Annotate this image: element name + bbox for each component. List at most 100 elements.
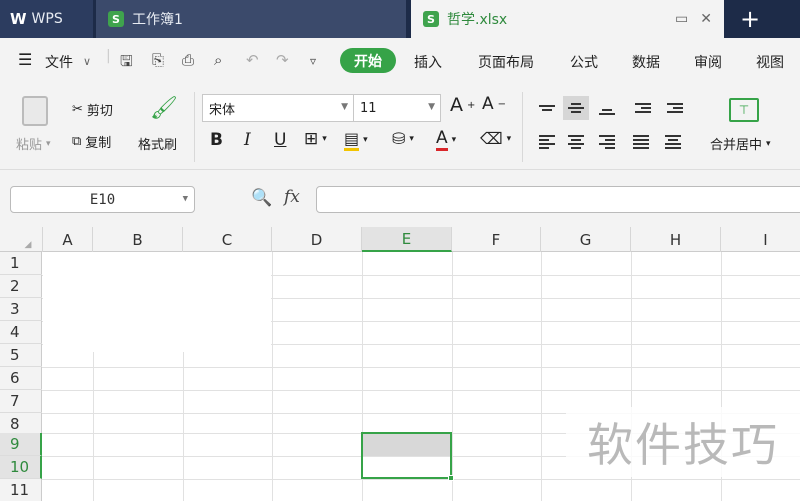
paste-button[interactable]: 粘贴 ▾ [16, 134, 51, 153]
grow-font-icon: A [450, 94, 463, 116]
grow-font-button[interactable]: A + [450, 94, 475, 116]
cut-button[interactable]: ✂ 剪切 [72, 100, 113, 119]
copy-icon: ⧉ [72, 134, 82, 149]
tab-formulas[interactable]: 公式 [570, 52, 598, 72]
gridline [42, 367, 800, 368]
tab-label: 哲学.xlsx [447, 12, 508, 28]
tab-philosophy-xlsx[interactable]: S 哲学.xlsx ▭ ✕ [411, 0, 724, 38]
tab-label: 工作簿1 [132, 12, 183, 28]
new-tab-button[interactable]: + [730, 0, 770, 38]
tab-wps-home[interactable]: W WPS [0, 0, 93, 38]
merge-center-button[interactable]: 合并居中 ▾ [710, 134, 771, 153]
blank-region [43, 252, 271, 352]
align-middle-icon[interactable] [563, 96, 589, 120]
column-header[interactable]: A [43, 227, 93, 252]
row-header-bar: 1 2 3 4 5 6 7 8 9 10 11 [0, 252, 42, 501]
insert-function-button[interactable]: fx [284, 187, 300, 207]
highlight-button[interactable]: ⛁ ▾ [392, 129, 414, 148]
italic-button[interactable]: I [244, 130, 251, 150]
print-icon[interactable]: ⎙ [182, 51, 194, 69]
increase-indent-icon[interactable] [662, 96, 688, 120]
row-header[interactable]: 9 [0, 433, 42, 456]
column-header[interactable]: H [631, 227, 721, 252]
column-header[interactable]: F [452, 227, 541, 252]
tab-view[interactable]: 视图 [756, 52, 784, 72]
tab-label: WPS [31, 11, 63, 27]
tab-data[interactable]: 数据 [632, 52, 660, 72]
row-header[interactable]: 7 [0, 390, 42, 413]
selection-range[interactable] [361, 432, 452, 479]
column-header[interactable]: I [721, 227, 800, 252]
column-header[interactable]: E [362, 227, 452, 252]
paste-label: 粘贴 [16, 138, 43, 153]
format-painter-icon[interactable]: ⎘ [152, 51, 164, 69]
name-box-value: E10 [89, 191, 116, 208]
tab-review[interactable]: 审阅 [694, 52, 722, 72]
tab-workbook1[interactable]: S 工作簿1 [96, 0, 406, 38]
font-name-value: 宋体 [209, 102, 236, 118]
align-top-icon[interactable] [534, 96, 560, 120]
chevron-down-icon[interactable]: ∨ [83, 55, 91, 68]
bold-button[interactable]: B [210, 130, 223, 150]
gridline [42, 479, 800, 480]
save-icon[interactable]: 🖫 [120, 51, 133, 76]
select-all-corner[interactable]: ◢ [0, 227, 43, 252]
font-color-button[interactable]: A ▾ [436, 128, 456, 151]
align-right-icon[interactable] [594, 130, 620, 154]
row-header[interactable]: 5 [0, 344, 42, 367]
borders-button[interactable]: ⊞ ▾ [304, 129, 327, 149]
align-center-icon[interactable] [563, 130, 589, 154]
font-name-select[interactable]: 宋体 ▼ [202, 94, 354, 122]
row-header[interactable]: 6 [0, 367, 42, 390]
undo-icon[interactable]: ↶ [246, 51, 259, 69]
font-size-select[interactable]: 11 ▼ [353, 94, 441, 122]
tab-insert[interactable]: 插入 [414, 52, 442, 72]
row-header[interactable]: 10 [0, 456, 42, 479]
align-left-icon[interactable] [534, 130, 560, 154]
underline-button[interactable]: U [274, 130, 286, 150]
borders-icon: ⊞ [304, 129, 319, 149]
tab-page-layout[interactable]: 页面布局 [478, 52, 534, 72]
format-painter-button[interactable]: 格式刷 [138, 134, 177, 153]
distributed-icon[interactable] [660, 130, 686, 154]
decrease-indent-icon[interactable] [630, 96, 656, 120]
window-mode-icon[interactable]: ▭ [675, 11, 688, 27]
paste-icon[interactable] [22, 96, 48, 126]
name-box[interactable]: E10 ▼ [10, 186, 195, 213]
column-header[interactable]: C [183, 227, 272, 252]
tab-home[interactable]: 开始 [340, 48, 396, 73]
redo-icon[interactable]: ↷ [276, 51, 289, 69]
fill-color-button[interactable]: ▤ ▾ [344, 129, 368, 151]
file-menu[interactable]: 文件 [45, 52, 73, 72]
align-bottom-icon[interactable] [594, 96, 620, 120]
row-header[interactable]: 2 [0, 275, 42, 298]
format-painter-icon[interactable]: 🖌 [150, 96, 178, 121]
formula-bar: E10 ▼ 🔍 fx [0, 170, 800, 227]
menu-bar: ☰ 文件 ∨ | 🖫 ⎘ ⎙ ⌕ ↶ ↷ ▿ 开始 插入 页面布局 公式 数据 … [0, 38, 800, 84]
format-painter-label: 格式刷 [138, 138, 178, 153]
copy-button[interactable]: ⧉ 复制 [72, 132, 111, 151]
customize-toolbar-icon[interactable]: ▿ [310, 54, 316, 68]
zoom-lookup-icon[interactable]: 🔍 [251, 188, 272, 208]
column-header[interactable]: B [93, 227, 183, 252]
gridline [42, 390, 800, 391]
print-preview-icon[interactable]: ⌕ [214, 51, 222, 69]
clear-button[interactable]: ⌫ ▾ [480, 129, 511, 148]
wps-logo-icon: W [10, 10, 27, 28]
column-header[interactable]: G [541, 227, 631, 252]
cut-label: 剪切 [86, 104, 113, 119]
justify-icon[interactable] [628, 130, 654, 154]
row-header[interactable]: 3 [0, 298, 42, 321]
column-header[interactable]: D [272, 227, 362, 252]
shrink-font-button[interactable]: A − [482, 94, 506, 114]
scissors-icon: ✂ [72, 102, 83, 117]
hamburger-menu-icon[interactable]: ☰ [18, 50, 32, 69]
fill-handle[interactable] [448, 475, 454, 481]
row-header[interactable]: 11 [0, 479, 42, 501]
merge-cells-icon[interactable]: ⊤ [729, 98, 759, 122]
row-header[interactable]: 1 [0, 252, 42, 275]
close-icon[interactable]: ✕ [700, 11, 712, 27]
row-header[interactable]: 4 [0, 321, 42, 344]
formula-input[interactable] [316, 186, 800, 213]
title-bar: W WPS S 工作簿1 S 哲学.xlsx ▭ ✕ + [0, 0, 800, 38]
